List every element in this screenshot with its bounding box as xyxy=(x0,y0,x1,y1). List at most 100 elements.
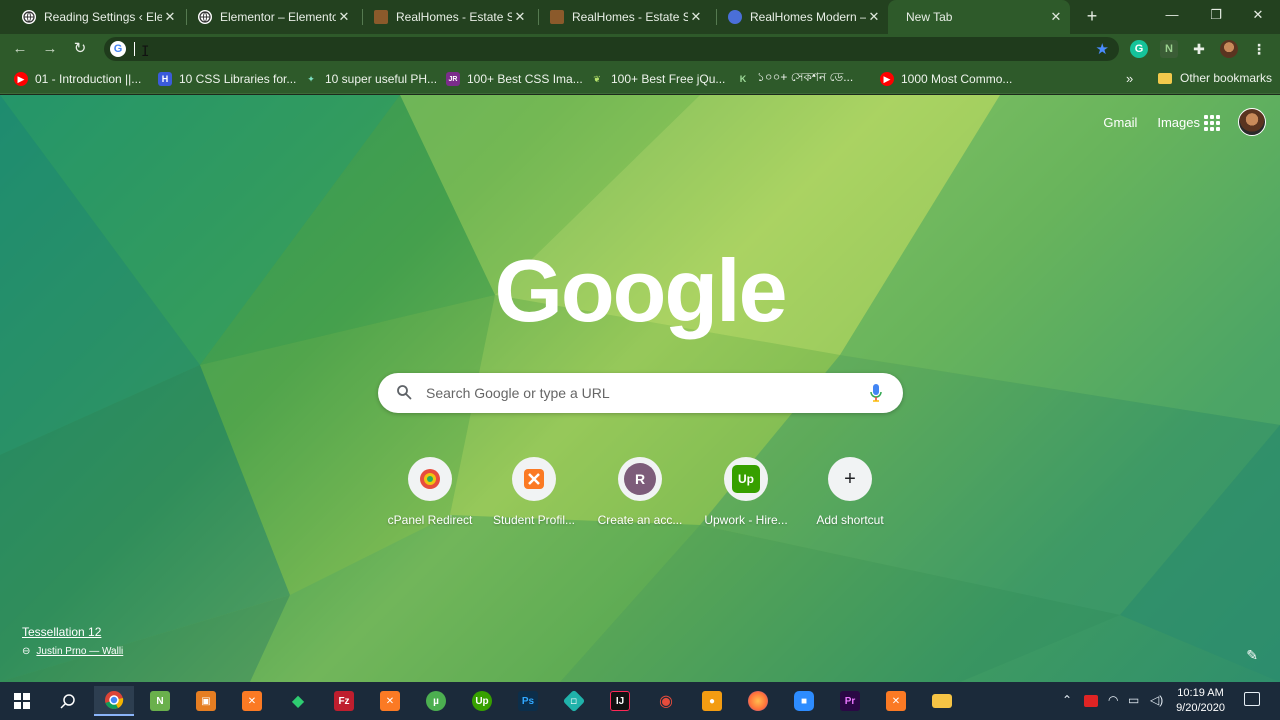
firefox-icon[interactable] xyxy=(738,686,778,716)
extension-n-icon[interactable]: N xyxy=(1160,40,1178,58)
search-icon[interactable] xyxy=(48,686,88,716)
volume-icon[interactable]: ◁) xyxy=(1150,693,1163,707)
h-icon: H xyxy=(158,72,172,86)
gitkraken-icon[interactable]: ◇ xyxy=(554,686,594,716)
wifi-icon[interactable]: ◠ xyxy=(1108,693,1118,707)
search-input[interactable] xyxy=(426,382,846,404)
bookmark-item[interactable]: H 10 CSS Libraries for... xyxy=(158,71,296,87)
filezilla-icon[interactable]: Fz xyxy=(324,686,364,716)
menu-kebab-icon[interactable]: ⋮ xyxy=(1250,40,1268,58)
google-apps-icon[interactable] xyxy=(1204,115,1220,131)
shortcut-cpanel[interactable]: cPanel Redirect xyxy=(378,457,482,545)
chrome-icon[interactable] xyxy=(94,686,134,716)
minimize-icon[interactable]: — xyxy=(1150,4,1194,26)
other-bookmarks-folder[interactable]: Other bookmarks xyxy=(1158,71,1272,85)
new-tab-page: Gmail Images Google cPanel Redirect xyxy=(0,95,1280,682)
gmail-link[interactable]: Gmail xyxy=(1103,115,1137,130)
bookmark-item[interactable]: ▶ 1000 Most Commo... xyxy=(880,71,1012,87)
images-link[interactable]: Images xyxy=(1157,115,1200,130)
realhomes-modern-icon xyxy=(728,10,742,24)
upwork-icon[interactable]: Up xyxy=(462,686,502,716)
close-icon[interactable]: ✕ xyxy=(512,9,528,25)
bookmark-star-icon[interactable]: ★ xyxy=(1096,40,1109,58)
attribution-author-link[interactable]: Justin Prno — Walli xyxy=(36,646,123,657)
bookmark-item[interactable]: K ১০০+ সেকশন ডে... xyxy=(736,70,854,87)
tray-app-icon[interactable] xyxy=(1084,695,1098,707)
eye-app-icon[interactable]: ◉ xyxy=(646,686,686,716)
forward-arrow-icon[interactable]: → xyxy=(39,38,61,60)
profile-avatar[interactable] xyxy=(1220,40,1238,58)
close-icon[interactable]: ✕ xyxy=(866,9,882,25)
shortcut-label: Create an acc... xyxy=(597,513,683,527)
folder-icon xyxy=(1158,72,1172,84)
attribution-title-link[interactable]: Tessellation 12 xyxy=(22,625,123,639)
restore-icon[interactable]: ❐ xyxy=(1194,4,1238,26)
tray-chevron-icon[interactable]: ⌃ xyxy=(1062,693,1072,707)
shortcut-add[interactable]: + Add shortcut xyxy=(798,457,902,545)
intellij-icon[interactable]: IJ xyxy=(600,686,640,716)
bookmark-label: 100+ Best CSS Ima... xyxy=(467,72,583,86)
leaf-icon: ❦ xyxy=(593,73,601,84)
xampp-icon[interactable]: ✕ xyxy=(370,686,410,716)
premiere-icon[interactable]: Pr xyxy=(830,686,870,716)
search-box[interactable] xyxy=(378,373,903,413)
xampp-icon[interactable]: ✕ xyxy=(876,686,916,716)
grammarly-icon[interactable]: G xyxy=(1130,40,1148,58)
reload-icon[interactable]: ↻ xyxy=(69,38,91,60)
tab-title: Reading Settings ‹ Elementor xyxy=(44,10,162,24)
window-close-icon[interactable]: ✕ xyxy=(1236,4,1280,26)
zoom-icon[interactable]: ■ xyxy=(784,686,824,716)
bookmark-item[interactable]: ▶ 01 - Introduction ||... xyxy=(14,71,141,87)
utorrent-icon[interactable]: µ xyxy=(416,686,456,716)
battery-icon[interactable]: ▭ xyxy=(1128,693,1139,707)
windows-taskbar: N ▣ ✕ ◆ Fz ✕ µ Up Ps ◇ IJ ◉ ● ■ Pr ✕ ⌃ ◠… xyxy=(0,682,1280,720)
tab-1[interactable]: Reading Settings ‹ Elementor ✕ xyxy=(4,4,184,30)
app-orange-icon[interactable]: ▣ xyxy=(186,686,226,716)
bookmarks-overflow-chevron[interactable]: » xyxy=(1126,71,1133,86)
google-g-icon: G xyxy=(110,41,126,57)
microphone-icon[interactable] xyxy=(869,384,883,402)
xampp-icon[interactable]: ✕ xyxy=(232,686,272,716)
realhomes-icon xyxy=(550,10,564,24)
tab-title: New Tab xyxy=(906,10,953,24)
shortcut-student-profile[interactable]: Student Profil... xyxy=(482,457,586,545)
spark-icon: ✦ xyxy=(307,73,315,84)
cpanel-icon xyxy=(408,457,452,501)
close-icon[interactable]: ✕ xyxy=(688,9,704,25)
bookmark-label: 1000 Most Commo... xyxy=(901,72,1013,86)
bookmark-item[interactable]: ✦ 10 super useful PH... xyxy=(304,71,437,87)
notepad-plus-icon[interactable]: N xyxy=(140,686,180,716)
system-clock[interactable]: 10:19 AM 9/20/2020 xyxy=(1176,686,1225,716)
bookmark-item[interactable]: JR 100+ Best CSS Ima... xyxy=(446,71,583,87)
close-icon[interactable]: ✕ xyxy=(336,9,352,25)
close-icon[interactable]: ✕ xyxy=(1048,9,1064,25)
account-avatar[interactable] xyxy=(1238,108,1266,136)
app-orange-2-icon[interactable]: ● xyxy=(692,686,732,716)
tab-title: RealHomes - Estate Sale xyxy=(396,10,512,24)
bookmark-label: ১০০+ সেকশন ডে... xyxy=(757,70,854,84)
back-arrow-icon[interactable]: ← xyxy=(9,38,31,60)
close-icon[interactable]: ✕ xyxy=(162,9,178,25)
plus-icon: + xyxy=(828,457,872,501)
green-diamond-icon[interactable]: ◆ xyxy=(278,686,318,716)
file-explorer-icon[interactable] xyxy=(922,686,962,716)
customize-pencil-icon[interactable]: ✎ xyxy=(1246,647,1258,664)
windows-start-icon[interactable] xyxy=(2,686,42,716)
shortcut-label: Add shortcut xyxy=(816,513,884,527)
photoshop-icon[interactable]: Ps xyxy=(508,686,548,716)
bookmark-item[interactable]: ❦ 100+ Best Free jQu... xyxy=(590,71,725,87)
globe-icon xyxy=(22,10,36,24)
shortcut-create-account[interactable]: R Create an acc... xyxy=(588,457,692,545)
notifications-icon[interactable] xyxy=(1244,692,1260,706)
tab-2[interactable]: Elementor – Elementor ✕ xyxy=(180,4,358,30)
address-bar[interactable]: G ★ xyxy=(104,37,1119,61)
shortcut-upwork[interactable]: Up Upwork - Hire... xyxy=(694,457,798,545)
bookmark-label: 100+ Best Free jQu... xyxy=(611,72,726,86)
tab-4[interactable]: RealHomes - Estate Sale ✕ xyxy=(532,4,710,30)
new-tab-plus-icon[interactable]: + xyxy=(1082,6,1102,26)
tab-3[interactable]: RealHomes - Estate Sale ✕ xyxy=(356,4,534,30)
tab-5[interactable]: RealHomes Modern – S ✕ xyxy=(710,4,888,30)
tab-new-tab[interactable]: New Tab ✕ xyxy=(888,0,1070,34)
address-input[interactable] xyxy=(138,39,1078,59)
extensions-puzzle-icon[interactable]: ✚ xyxy=(1190,40,1208,58)
